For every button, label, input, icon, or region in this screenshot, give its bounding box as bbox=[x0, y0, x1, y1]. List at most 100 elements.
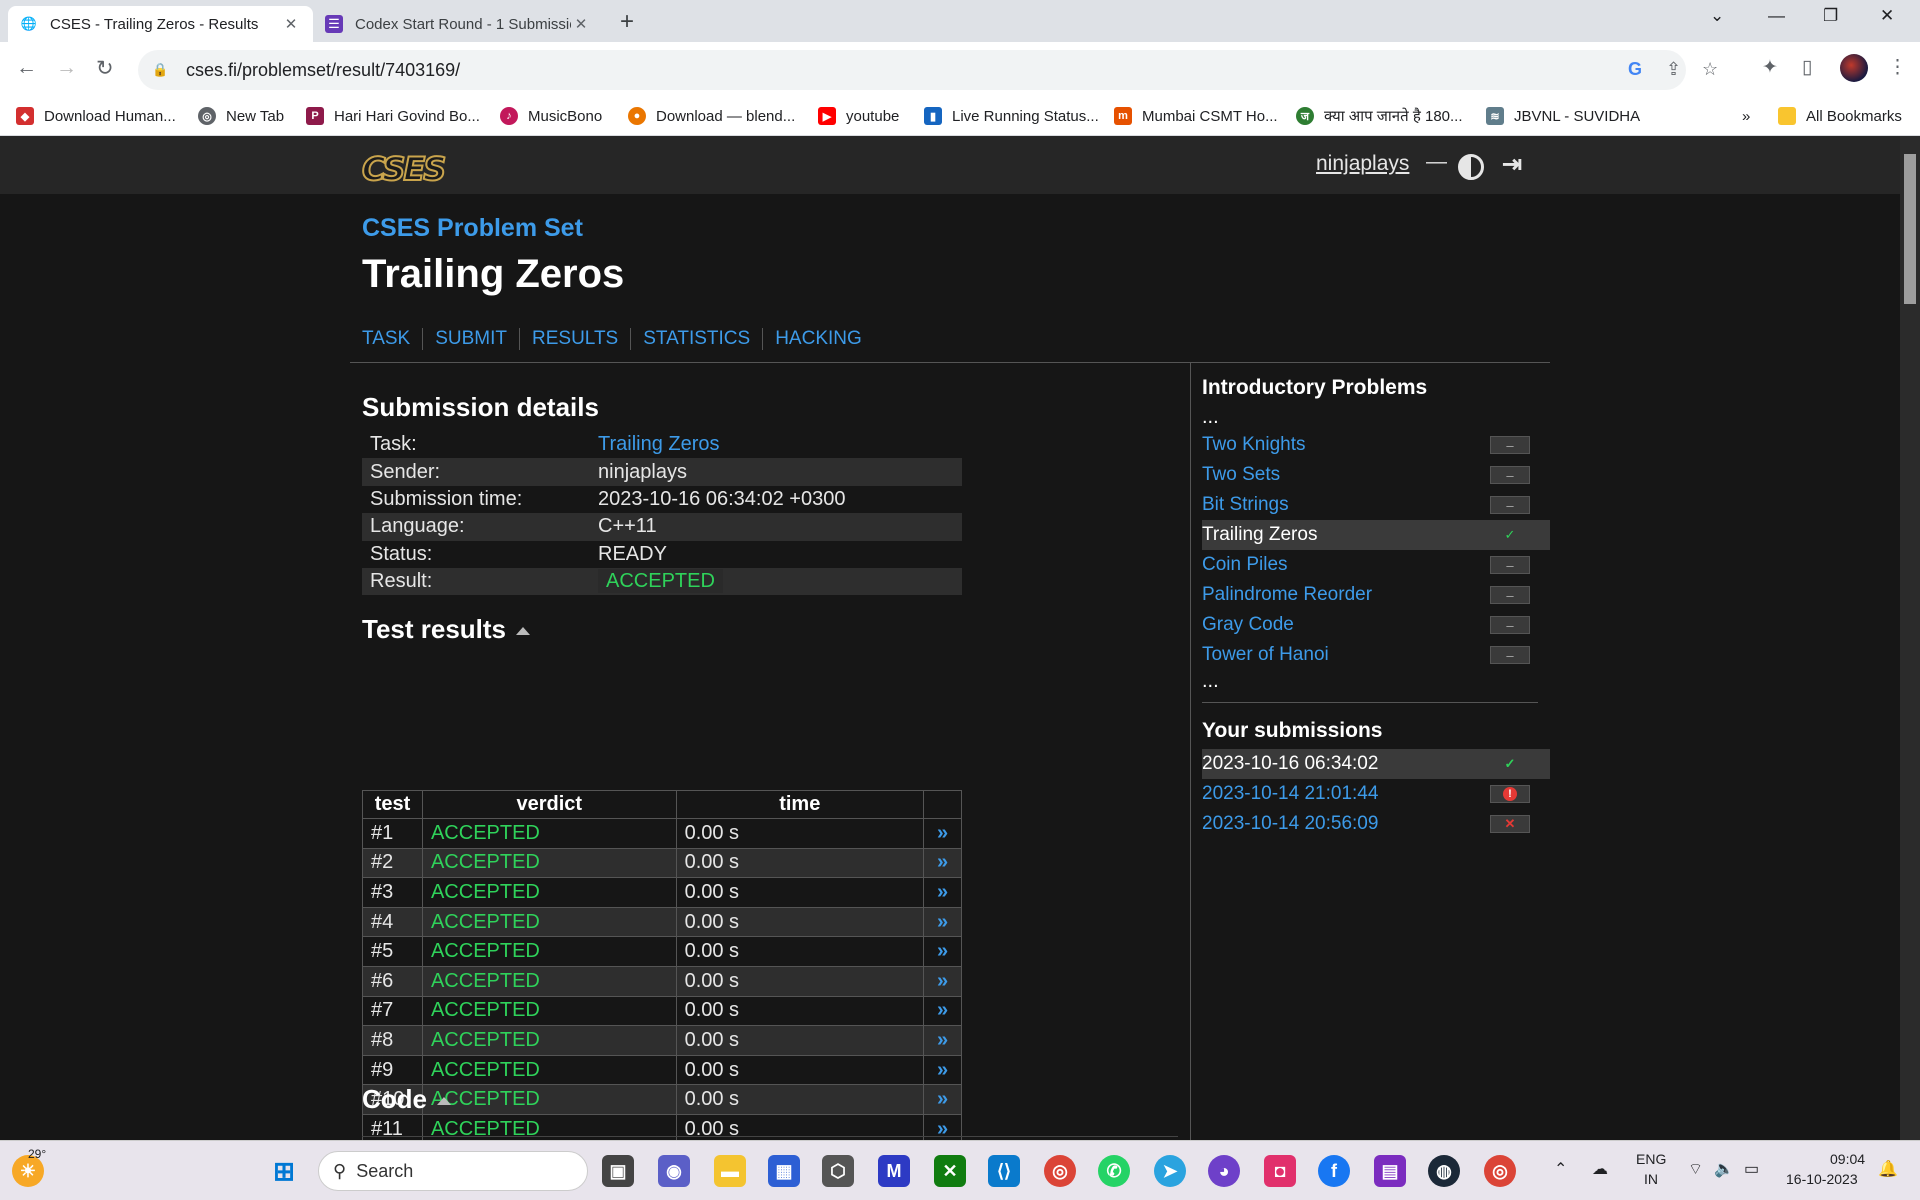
breadcrumb[interactable]: CSES Problem Set bbox=[362, 214, 583, 243]
bookmark-item[interactable]: ♪ MusicBono bbox=[500, 105, 602, 127]
close-tab-icon[interactable]: ✕ bbox=[571, 15, 591, 33]
view-test-link[interactable]: » bbox=[923, 877, 962, 908]
wifi-icon[interactable]: ⌔ bbox=[1688, 1159, 1703, 1179]
language-bottom[interactable]: IN bbox=[1644, 1171, 1658, 1187]
app-icon[interactable]: ⬡ bbox=[822, 1155, 854, 1187]
collapse-triangle-icon[interactable] bbox=[437, 1097, 451, 1106]
sidebar-problem-item[interactable]: Palindrome Reorder – bbox=[1202, 580, 1550, 610]
facebook-icon[interactable]: f bbox=[1318, 1155, 1350, 1187]
steam-icon[interactable]: ◍ bbox=[1428, 1155, 1460, 1187]
browser-tab[interactable]: ☰ Codex Start Round - 1 Submissio ✕ bbox=[313, 6, 603, 42]
sidebar-problem-item[interactable]: Coin Piles – bbox=[1202, 550, 1550, 580]
store-icon[interactable]: ▦ bbox=[768, 1155, 800, 1187]
battery-icon[interactable]: ▭ bbox=[1744, 1159, 1759, 1179]
bookmark-item[interactable]: m Mumbai CSMT Ho... bbox=[1114, 105, 1278, 127]
folder-icon bbox=[1778, 107, 1796, 125]
view-test-link[interactable]: » bbox=[923, 818, 962, 849]
sidebar-problem-item[interactable]: Tower of Hanoi – bbox=[1202, 640, 1550, 670]
side-panel-icon[interactable]: ▯ bbox=[1802, 56, 1812, 79]
chrome-icon[interactable]: ◎ bbox=[1484, 1155, 1516, 1187]
task-link[interactable]: Trailing Zeros bbox=[598, 433, 720, 455]
chrome-icon[interactable]: ◎ bbox=[1044, 1155, 1076, 1187]
whatsapp-icon[interactable]: ✆ bbox=[1098, 1155, 1130, 1187]
tab-search-icon[interactable]: ⌄ bbox=[1710, 6, 1724, 26]
bookmark-item[interactable]: ▮ Live Running Status... bbox=[924, 105, 1099, 127]
status-glyph: ✕ bbox=[1504, 816, 1516, 831]
language-top[interactable]: ENG bbox=[1636, 1151, 1666, 1167]
app-icon[interactable]: ▤ bbox=[1374, 1155, 1406, 1187]
bookmark-item[interactable]: ◆ Download Human... bbox=[16, 105, 176, 127]
tab-submit[interactable]: SUBMIT bbox=[435, 328, 507, 350]
code-heading[interactable]: Code bbox=[362, 1084, 451, 1115]
bookmark-item[interactable]: ▶ youtube bbox=[818, 105, 899, 127]
username-link[interactable]: ninjaplays bbox=[1316, 152, 1409, 176]
windows-start-icon[interactable]: ⊞ bbox=[268, 1155, 300, 1187]
view-test-link[interactable]: » bbox=[923, 995, 962, 1027]
tab-task[interactable]: TASK bbox=[362, 328, 410, 350]
sidebar-problem-item[interactable]: Bit Strings – bbox=[1202, 490, 1550, 520]
collapse-triangle-icon[interactable] bbox=[516, 627, 531, 636]
teams-icon[interactable]: ◉ bbox=[658, 1155, 690, 1187]
bookmark-item[interactable]: ◎ New Tab bbox=[198, 105, 284, 127]
star-icon[interactable]: ☆ bbox=[1702, 59, 1718, 80]
contrast-icon[interactable] bbox=[1458, 154, 1484, 180]
view-test-link[interactable]: » bbox=[923, 1084, 962, 1115]
bookmark-item[interactable]: ≋ JBVNL - SUVIDHA bbox=[1486, 105, 1640, 127]
bookmark-item[interactable]: ज क्या आप जानते है 180... bbox=[1296, 105, 1463, 127]
vscode-icon[interactable]: ⟨⟩ bbox=[988, 1155, 1020, 1187]
view-test-link[interactable]: » bbox=[923, 936, 962, 967]
sidebar-submission-item[interactable]: 2023-10-14 20:56:09 ✕ bbox=[1202, 809, 1550, 839]
back-icon[interactable]: ← bbox=[16, 56, 37, 80]
google-icon[interactable]: G bbox=[1628, 59, 1642, 80]
new-tab-button[interactable]: + bbox=[620, 8, 634, 36]
clock-time[interactable]: 09:04 bbox=[1830, 1151, 1865, 1167]
sidebar-problem-item[interactable]: Two Sets – bbox=[1202, 460, 1550, 490]
volume-icon[interactable]: 🔈 bbox=[1714, 1159, 1734, 1179]
tab-statistics[interactable]: STATISTICS bbox=[643, 328, 750, 350]
all-bookmarks-button[interactable]: All Bookmarks bbox=[1778, 105, 1902, 127]
maximize-button[interactable]: ❐ bbox=[1823, 6, 1838, 26]
address-bar[interactable]: 🔒 cses.fi/problemset/result/7403169/ G ⇪… bbox=[138, 50, 1718, 90]
bookmark-item[interactable]: P Hari Hari Govind Bo... bbox=[306, 105, 480, 127]
instagram-icon[interactable]: ◘ bbox=[1264, 1155, 1296, 1187]
reload-icon[interactable]: ↻ bbox=[96, 56, 114, 81]
view-test-link[interactable]: » bbox=[923, 1054, 962, 1086]
sidebar-problem-item[interactable]: Gray Code – bbox=[1202, 610, 1550, 640]
view-test-link[interactable]: » bbox=[923, 847, 962, 879]
xbox-icon[interactable]: ✕ bbox=[934, 1155, 966, 1187]
cses-logo[interactable]: CSES bbox=[361, 149, 447, 189]
notification-bell-icon[interactable]: 🔔 bbox=[1878, 1159, 1898, 1179]
task-view-icon[interactable]: ▣ bbox=[602, 1155, 634, 1187]
bookmark-item[interactable]: ● Download — blend... bbox=[628, 105, 795, 127]
file-explorer-icon[interactable]: ▬ bbox=[714, 1155, 746, 1187]
clock-date[interactable]: 16-10-2023 bbox=[1786, 1171, 1858, 1187]
tab-results[interactable]: RESULTS bbox=[532, 328, 618, 350]
bookmarks-overflow-button[interactable]: » bbox=[1742, 105, 1750, 127]
cloud-icon[interactable]: ☁ bbox=[1592, 1159, 1608, 1179]
close-tab-icon[interactable]: ✕ bbox=[281, 15, 301, 33]
forward-icon[interactable]: → bbox=[56, 56, 77, 80]
github-icon[interactable]: ◕ bbox=[1208, 1155, 1240, 1187]
menu-icon[interactable]: ⋮ bbox=[1888, 56, 1907, 79]
profile-avatar[interactable] bbox=[1840, 54, 1868, 82]
sidebar-submission-item[interactable]: 2023-10-14 21:01:44! bbox=[1202, 779, 1550, 809]
extensions-icon[interactable]: ✦ bbox=[1762, 56, 1778, 79]
logout-icon[interactable]: ⇥ bbox=[1502, 150, 1522, 179]
table-row: #7 ACCEPTED 0.00 s» bbox=[362, 995, 962, 1027]
minimize-button[interactable]: — bbox=[1768, 6, 1785, 26]
close-window-button[interactable]: ✕ bbox=[1880, 6, 1894, 26]
divider bbox=[1202, 702, 1538, 703]
sidebar-problem-item[interactable]: Two Knights – bbox=[1202, 430, 1550, 460]
taskbar-search[interactable]: ⚲ Search bbox=[318, 1151, 588, 1191]
browser-tab-active[interactable]: 🌐 CSES - Trailing Zeros - Results ✕ bbox=[8, 6, 313, 42]
tab-hacking[interactable]: HACKING bbox=[775, 328, 862, 350]
view-test-link[interactable]: » bbox=[923, 965, 962, 997]
chevron-up-icon[interactable]: ⌃ bbox=[1554, 1159, 1567, 1179]
telegram-icon[interactable]: ➤ bbox=[1154, 1155, 1186, 1187]
view-test-link[interactable]: » bbox=[923, 906, 962, 938]
view-test-link[interactable]: » bbox=[923, 1025, 962, 1056]
app-icon[interactable]: M bbox=[878, 1155, 910, 1187]
test-results-heading[interactable]: Test results bbox=[362, 614, 531, 645]
share-icon[interactable]: ⇪ bbox=[1666, 59, 1681, 80]
scrollbar-thumb[interactable] bbox=[1904, 154, 1916, 304]
